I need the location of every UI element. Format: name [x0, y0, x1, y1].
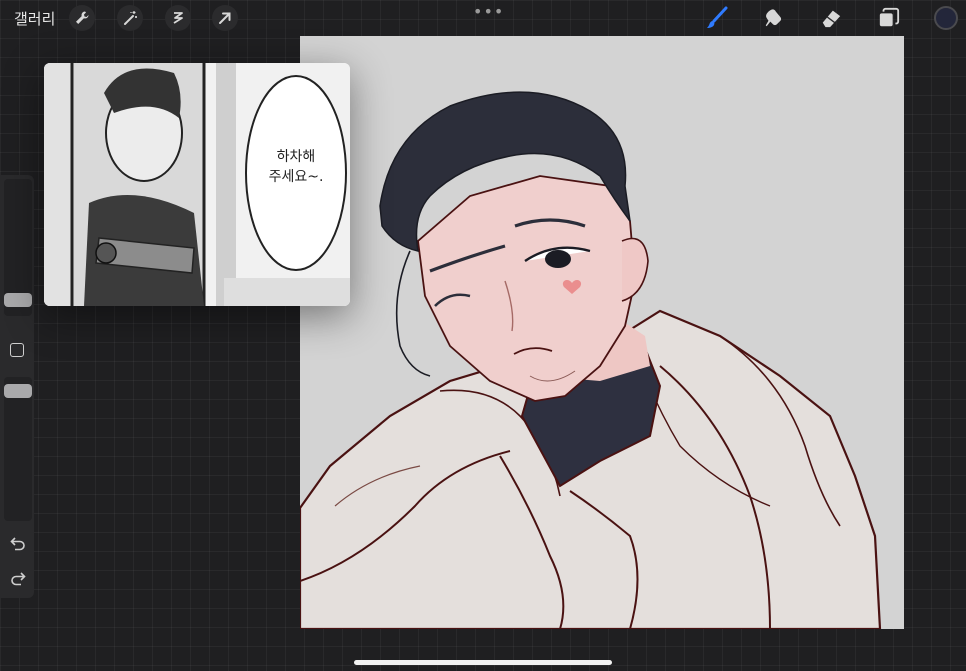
drawing-canvas[interactable]: [300, 36, 904, 629]
smudge-icon: [765, 9, 782, 27]
brush-size-thumb[interactable]: [4, 293, 32, 307]
speech-bubble-text: 하차해 주세요~.: [268, 149, 324, 185]
eraser-icon: [822, 10, 841, 28]
opacity-thumb[interactable]: [4, 384, 32, 398]
modify-square-icon[interactable]: [10, 343, 24, 357]
transform-button[interactable]: [212, 5, 238, 31]
wrench-icon: [76, 11, 89, 24]
top-toolbar: 갤러리 •••: [0, 0, 966, 36]
redo-icon[interactable]: [9, 569, 27, 587]
actions-button[interactable]: [69, 5, 95, 31]
selection-button[interactable]: [165, 5, 191, 31]
layers-icon: [879, 7, 900, 27]
selection-icon: [173, 12, 183, 24]
eraser-tool[interactable]: [818, 6, 844, 30]
opacity-slider[interactable]: [4, 377, 32, 521]
layers-button[interactable]: [876, 6, 902, 30]
character-illustration: [300, 91, 882, 629]
undo-icon[interactable]: [9, 534, 27, 552]
transform-arrow-icon: [219, 12, 231, 24]
color-picker-button[interactable]: [934, 6, 958, 30]
gallery-button[interactable]: 갤러리: [14, 8, 55, 29]
brush-icon: [707, 6, 728, 28]
adjustments-button[interactable]: [117, 5, 143, 31]
sidebar: [0, 175, 34, 598]
home-indicator[interactable]: [354, 660, 612, 665]
brush-tool[interactable]: [704, 6, 730, 30]
magic-wand-icon: [124, 11, 137, 25]
more-options-button[interactable]: •••: [473, 2, 504, 21]
smudge-tool[interactable]: [761, 6, 787, 30]
reference-window[interactable]: 하차해 주세요~.: [44, 63, 350, 306]
